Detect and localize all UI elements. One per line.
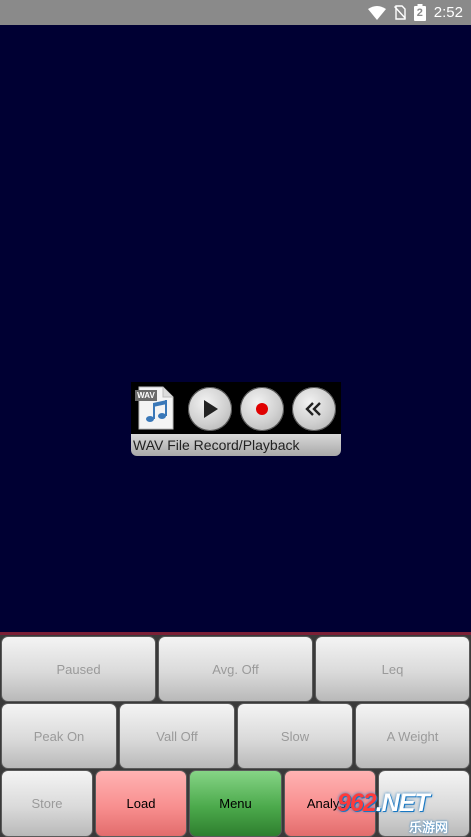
wav-panel-label: WAV File Record/Playback: [131, 434, 341, 456]
status-time: 2:52: [433, 4, 463, 21]
record-icon: [256, 403, 268, 415]
rewind-button[interactable]: [292, 387, 336, 431]
leq-button[interactable]: Leq: [315, 636, 470, 702]
load-button[interactable]: Load: [95, 770, 187, 837]
paused-button[interactable]: Paused: [1, 636, 156, 702]
menu-button[interactable]: Menu: [189, 770, 282, 837]
control-panel: Paused Avg. Off Leq Peak On Vall Off Slo…: [0, 635, 471, 837]
analyzer-display[interactable]: [0, 25, 471, 633]
peak-toggle-button[interactable]: Peak On: [1, 703, 117, 769]
play-button[interactable]: [188, 387, 232, 431]
valley-toggle-button[interactable]: Vall Off: [119, 703, 235, 769]
weighting-button[interactable]: A Weight: [355, 703, 470, 769]
analyse-button[interactable]: Analyse: [284, 770, 376, 837]
battery-level-text: 2: [416, 7, 423, 19]
response-speed-button[interactable]: Slow: [237, 703, 353, 769]
status-icons: 2 2:52: [367, 0, 463, 25]
wav-controls-bar: WAV: [131, 382, 341, 434]
battery-icon: 2: [413, 4, 426, 21]
rewind-icon: [305, 402, 321, 416]
wav-file-icon[interactable]: WAV: [133, 385, 175, 431]
wav-file-icon-label: WAV: [137, 391, 155, 400]
status-bar: 2 2:52: [0, 0, 471, 25]
play-icon: [204, 400, 218, 418]
store-button[interactable]: Store: [1, 770, 93, 837]
no-sim-icon: [393, 5, 406, 20]
wifi-icon: [367, 5, 386, 20]
wav-record-playback-panel: WAV WAV File Record/Playback: [131, 382, 341, 456]
record-button[interactable]: [240, 387, 284, 431]
extra-button[interactable]: [378, 770, 470, 837]
average-toggle-button[interactable]: Avg. Off: [158, 636, 313, 702]
